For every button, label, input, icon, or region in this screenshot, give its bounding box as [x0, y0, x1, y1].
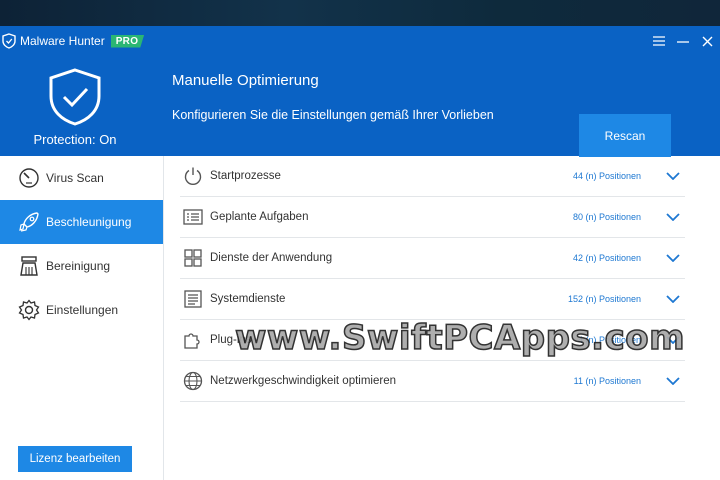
protection-status: Protection: On	[33, 132, 117, 147]
globe-icon	[182, 370, 204, 392]
row-label: Systemdienste	[210, 293, 286, 305]
edit-license-button[interactable]: Lizenz bearbeiten	[18, 446, 132, 472]
list-item-startprozesse[interactable]: Startprozesse 44 (n) Positionen	[180, 156, 685, 197]
title-bar: Malware Hunter PRO	[0, 26, 720, 56]
document-icon	[182, 288, 204, 310]
sidebar-item-bereinigung[interactable]: Bereinigung	[0, 244, 163, 288]
pro-badge: PRO	[110, 34, 145, 48]
sidebar-item-label: Virus Scan	[46, 171, 104, 185]
row-label: Dienste der Anwendung	[210, 252, 333, 264]
protection-panel: Protection: On	[0, 56, 150, 156]
chevron-down-icon[interactable]	[663, 374, 683, 388]
page-title: Manuelle Optimierung	[172, 72, 319, 89]
list-item-geplante-aufgaben[interactable]: Geplante Aufgaben 80 (n) Positionen	[180, 197, 685, 238]
chevron-down-icon[interactable]	[663, 292, 683, 306]
gauge-icon	[17, 166, 41, 190]
header-banner: Protection: On Manuelle Optimierung Konf…	[0, 56, 720, 157]
sidebar-item-label: Beschleunigung	[46, 215, 132, 229]
sidebar-item-beschleunigung[interactable]: Beschleunigung	[0, 200, 163, 244]
desktop-background	[0, 0, 720, 26]
menu-icon[interactable]	[652, 34, 666, 48]
sidebar-item-label: Einstellungen	[46, 303, 119, 317]
watermark-text: www.SwiftPCApps.com	[234, 317, 686, 359]
row-count: 42 (n) Positionen	[572, 253, 641, 263]
minimize-icon[interactable]	[676, 34, 690, 48]
rocket-icon	[17, 210, 41, 234]
power-icon	[182, 165, 204, 187]
optimization-list: Startprozesse 44 (n) Positionen Geplante…	[180, 156, 685, 402]
row-count: 44 (n) Positionen	[572, 171, 641, 181]
sidebar: Virus Scan Beschleunigung Bereinigung Ei…	[0, 156, 164, 480]
row-label: Startprozesse	[210, 170, 281, 182]
grid-icon	[182, 247, 204, 269]
chevron-down-icon[interactable]	[663, 251, 683, 265]
row-label: Netzwerkgeschwindigkeit optimieren	[210, 375, 396, 387]
sidebar-item-label: Bereinigung	[46, 259, 111, 273]
row-count: 11 (n) Positionen	[573, 376, 641, 386]
list-item-netzwerkgeschwindigkeit[interactable]: Netzwerkgeschwindigkeit optimieren 11 (n…	[180, 361, 685, 402]
broom-icon	[17, 254, 41, 278]
puzzle-icon	[182, 329, 204, 351]
close-icon[interactable]	[700, 34, 714, 48]
chevron-down-icon[interactable]	[663, 210, 683, 224]
sidebar-item-einstellungen[interactable]: Einstellungen	[0, 288, 163, 332]
row-label: Geplante Aufgaben	[210, 211, 309, 223]
shield-logo-icon	[2, 33, 16, 49]
window-controls	[652, 34, 720, 48]
task-list-icon	[182, 206, 204, 228]
app-title: Malware Hunter	[20, 34, 105, 48]
page-subtitle: Konfigurieren Sie die Einstellungen gemä…	[172, 108, 494, 122]
row-count: 152 (n) Positionen	[567, 294, 641, 304]
rescan-button[interactable]: Rescan	[579, 114, 671, 157]
row-count: 80 (n) Positionen	[572, 212, 641, 222]
app-window: Malware Hunter PRO Protection: On Manuel…	[0, 26, 720, 480]
sidebar-item-virus-scan[interactable]: Virus Scan	[0, 156, 163, 200]
shield-check-icon	[49, 68, 101, 126]
list-item-systemdienste[interactable]: Systemdienste 152 (n) Positionen	[180, 279, 685, 320]
chevron-down-icon[interactable]	[663, 169, 683, 183]
list-item-dienste-der-anwendung[interactable]: Dienste der Anwendung 42 (n) Positionen	[180, 238, 685, 279]
gear-icon	[17, 298, 41, 322]
